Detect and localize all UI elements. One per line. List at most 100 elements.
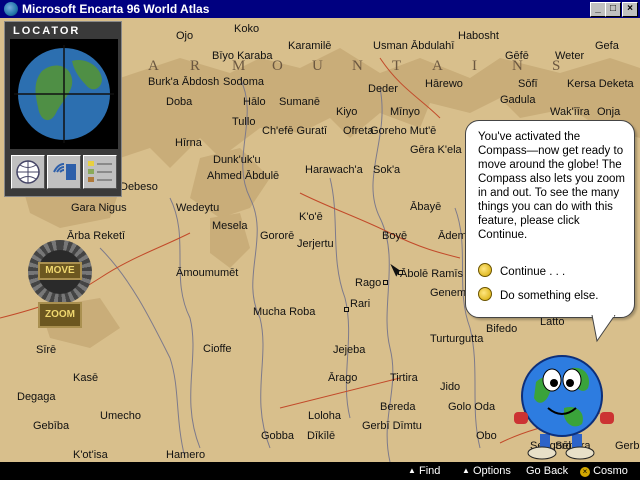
minimize-icon: _ bbox=[595, 3, 601, 14]
place-label: Mucha Roba bbox=[253, 306, 316, 318]
bullet-icon bbox=[478, 263, 492, 277]
bullet-icon bbox=[478, 287, 492, 301]
go-back-button[interactable]: Go Back bbox=[526, 465, 568, 477]
close-icon: × bbox=[627, 3, 633, 14]
cosmo-close-icon: × bbox=[580, 467, 590, 477]
place-label: Debeso bbox=[120, 181, 158, 193]
place-label: Koko bbox=[234, 23, 260, 35]
globe-locator-icon bbox=[14, 45, 114, 143]
locator-globe[interactable] bbox=[10, 39, 118, 149]
place-label: Hārewo bbox=[425, 78, 463, 90]
mountains-letter: R bbox=[190, 58, 202, 74]
place-label: Ābolē Ramīs bbox=[400, 268, 463, 280]
place-label: Weter bbox=[555, 50, 585, 62]
legend-icon bbox=[88, 161, 112, 182]
cosmo-character-icon bbox=[514, 355, 614, 460]
place-label: K'o'ē bbox=[299, 211, 323, 223]
maximize-icon: □ bbox=[609, 3, 617, 14]
close-button[interactable]: × bbox=[622, 2, 638, 17]
triangle-up-icon: ▲ bbox=[462, 466, 470, 475]
place-marker bbox=[383, 280, 388, 285]
window-title: Microsoft Encarta 96 World Atlas bbox=[22, 2, 210, 16]
bottom-bar: ▲ Find ▲ Options Go Back × Cosmo bbox=[400, 462, 640, 480]
place-label: Ādem bbox=[438, 230, 467, 242]
minimize-button[interactable]: _ bbox=[590, 2, 606, 17]
cosmo-callout: You've activated the Compass—now get rea… bbox=[465, 120, 635, 343]
cosmo-button[interactable]: × Cosmo bbox=[580, 465, 628, 477]
place-label: Karamilē bbox=[288, 40, 332, 52]
legend-button[interactable] bbox=[83, 155, 117, 189]
cosmo-character[interactable] bbox=[514, 336, 614, 462]
place-label: Onja bbox=[597, 106, 621, 118]
radio-waves-icon bbox=[53, 163, 76, 180]
place-label: Rari bbox=[350, 298, 371, 310]
place-label: Umecho bbox=[100, 410, 141, 422]
place-label: Dīkīlē bbox=[307, 430, 336, 442]
locator-panel: LOCATOR bbox=[4, 21, 122, 197]
place-label: Goreho Mut'ē bbox=[370, 125, 437, 137]
place-label: Sok'a bbox=[373, 164, 401, 176]
place-label: Bereda bbox=[380, 401, 416, 413]
place-label: Ābayē bbox=[410, 201, 442, 213]
place-label: Hālo bbox=[243, 96, 266, 108]
place-label: Harawach'a bbox=[305, 164, 363, 176]
place-label: Bifedo bbox=[486, 323, 518, 335]
find-label: Find bbox=[418, 465, 441, 477]
place-label: Jido bbox=[440, 381, 461, 393]
radio-waves-button[interactable] bbox=[47, 155, 81, 189]
place-label: Tullo bbox=[232, 116, 256, 128]
place-label: Ch'efē Guratī bbox=[262, 125, 328, 137]
place-label: K'ot'isa bbox=[73, 449, 108, 461]
place-label: Gēfē bbox=[505, 50, 529, 62]
continue-option[interactable]: Continue . . . bbox=[478, 263, 565, 278]
place-label: Hīrna bbox=[175, 137, 202, 149]
continue-option-label: Continue . . . bbox=[500, 266, 566, 278]
maximize-button[interactable]: □ bbox=[605, 2, 621, 17]
title-bar: Microsoft Encarta 96 World Atlas _ □ × bbox=[0, 0, 640, 18]
place-label: Wedeytu bbox=[176, 202, 220, 214]
place-label: Loloha bbox=[308, 410, 342, 422]
place-label: Rago bbox=[355, 277, 382, 289]
place-label: Burk'a Ābdosh bbox=[148, 76, 220, 88]
place-label: Deder bbox=[368, 83, 398, 95]
place-label: Golo Oda bbox=[448, 401, 496, 413]
place-label: Jejeba bbox=[333, 344, 366, 356]
place-label: Ārago bbox=[328, 372, 358, 384]
place-label: Dunk'uk'u bbox=[213, 154, 261, 166]
place-label: Jerjertu bbox=[297, 238, 334, 250]
world-view-button[interactable] bbox=[11, 155, 45, 189]
place-label: Sodoma bbox=[223, 76, 264, 88]
app-globe-icon[interactable] bbox=[4, 2, 18, 16]
mountains-letter: T bbox=[392, 58, 403, 74]
do-something-else-label: Do something else. bbox=[500, 290, 599, 302]
place-label: Genemī bbox=[430, 287, 470, 299]
place-label: Ojo bbox=[176, 30, 194, 42]
mountains-letter: N bbox=[352, 58, 364, 74]
place-label: Bīyo Karaba bbox=[212, 50, 273, 62]
place-label: Doba bbox=[166, 96, 193, 108]
place-label: Gēra K'ela bbox=[410, 144, 462, 156]
options-button[interactable]: ▲ Options bbox=[462, 465, 511, 477]
place-label: Cioffe bbox=[203, 343, 232, 355]
place-label: Gadula bbox=[500, 94, 536, 106]
place-label: Mīnyo bbox=[390, 106, 420, 118]
place-label: Hamero bbox=[166, 449, 206, 461]
callout-message: You've activated the Compass—now get rea… bbox=[478, 131, 626, 241]
place-marker bbox=[344, 307, 349, 312]
mountains-letter: A bbox=[148, 58, 160, 74]
place-label: Gefa bbox=[595, 40, 619, 52]
place-label: Sumanē bbox=[279, 96, 320, 108]
compass-controls: MOVE ZOOM bbox=[28, 240, 92, 340]
place-label: Boyē bbox=[382, 230, 408, 242]
cosmo-label: Cosmo bbox=[593, 465, 628, 477]
place-label: Obo bbox=[476, 430, 497, 442]
do-something-else-option[interactable]: Do something else. bbox=[478, 287, 598, 302]
place-label: Gerbī Dīmtu bbox=[362, 420, 422, 432]
zoom-button[interactable]: ZOOM bbox=[38, 302, 82, 328]
find-button[interactable]: ▲ Find bbox=[408, 465, 440, 477]
place-label: Mesela bbox=[212, 220, 248, 232]
options-label: Options bbox=[472, 465, 511, 477]
place-label: Āmoumumēt bbox=[176, 267, 239, 279]
move-button[interactable]: MOVE bbox=[38, 262, 82, 280]
place-label: Kasē bbox=[73, 372, 99, 384]
